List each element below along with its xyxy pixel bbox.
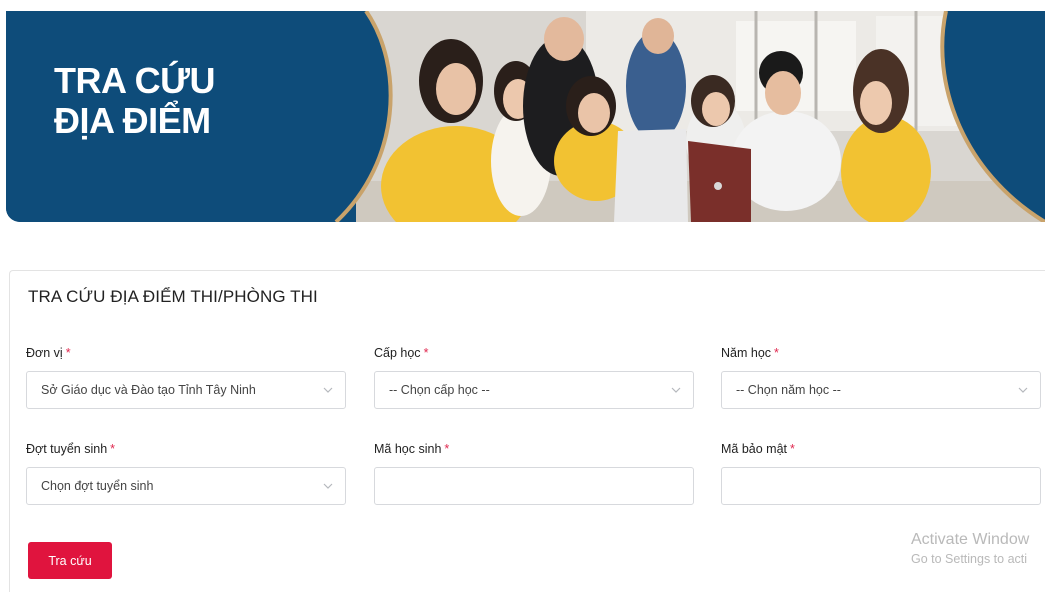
banner-title-line2: ĐỊA ĐIỂM [54, 100, 211, 141]
dot-tuyen-sinh-select[interactable]: Chọn đợt tuyển sinh [26, 467, 346, 505]
required-mark: * [423, 346, 429, 360]
required-mark: * [790, 442, 795, 456]
chevron-down-icon [1018, 387, 1028, 393]
required-mark: * [444, 442, 450, 456]
chevron-down-icon [671, 387, 681, 393]
ma-hoc-sinh-label: Mã học sinh * [374, 442, 450, 456]
dot-tuyen-sinh-label: Đợt tuyển sinh * [26, 442, 116, 456]
field-don-vi: Đơn vị * Sở Giáo dục và Đào tạo Tỉnh Tây … [26, 345, 346, 409]
required-mark: * [110, 442, 116, 456]
field-ma-hoc-sinh: Mã học sinh * [374, 441, 694, 505]
hero-banner: TRA CỨU ĐỊA ĐIỂM [6, 11, 1045, 222]
dot-tuyen-sinh-selected-value: Chọn đợt tuyển sinh [41, 479, 154, 493]
watermark-line1: Activate Window [911, 531, 1030, 548]
cap-hoc-label: Cấp học * [374, 346, 429, 360]
nam-hoc-label: Năm học * [721, 346, 779, 360]
field-cap-hoc: Cấp học * -- Chọn cấp học -- [374, 345, 694, 409]
banner-title-line1: TRA CỨU [54, 60, 216, 101]
form-title: TRA CỨU ĐỊA ĐIỂM THI/PHÒNG THI [28, 287, 318, 306]
ma-hoc-sinh-input[interactable] [374, 467, 694, 505]
cap-hoc-selected-value: -- Chọn cấp học -- [389, 383, 490, 397]
chevron-down-icon [323, 387, 333, 393]
watermark-line2: Go to Settings to acti [911, 552, 1028, 566]
banner-title: TRA CỨU ĐỊA ĐIỂM [54, 60, 216, 141]
tra-cuu-button[interactable]: Tra cứu [28, 542, 112, 579]
cap-hoc-select[interactable]: -- Chọn cấp học -- [374, 371, 694, 409]
don-vi-select[interactable]: Sở Giáo dục và Đào tạo Tỉnh Tây Ninh [26, 371, 346, 409]
windows-activation-watermark: Activate Window Go to Settings to acti [911, 530, 1045, 568]
required-mark: * [774, 346, 779, 360]
field-nam-hoc: Năm học * -- Chọn năm học -- [721, 345, 1041, 409]
don-vi-selected-value: Sở Giáo dục và Đào tạo Tỉnh Tây Ninh [41, 383, 256, 397]
required-mark: * [65, 346, 71, 360]
nam-hoc-select[interactable]: -- Chọn năm học -- [721, 371, 1041, 409]
field-dot-tuyen-sinh: Đợt tuyển sinh * Chọn đợt tuyển sinh [26, 441, 346, 505]
chevron-down-icon [323, 483, 333, 489]
ma-bao-mat-input[interactable] [721, 467, 1041, 505]
don-vi-label: Đơn vị * [26, 346, 71, 360]
field-ma-bao-mat: Mã bảo mật * [721, 441, 1041, 505]
ma-bao-mat-label: Mã bảo mật * [721, 442, 795, 456]
lookup-form-card: TRA CỨU ĐỊA ĐIỂM THI/PHÒNG THI Đơn vị * S… [9, 270, 1045, 592]
nam-hoc-selected-value: -- Chọn năm học -- [736, 383, 841, 397]
